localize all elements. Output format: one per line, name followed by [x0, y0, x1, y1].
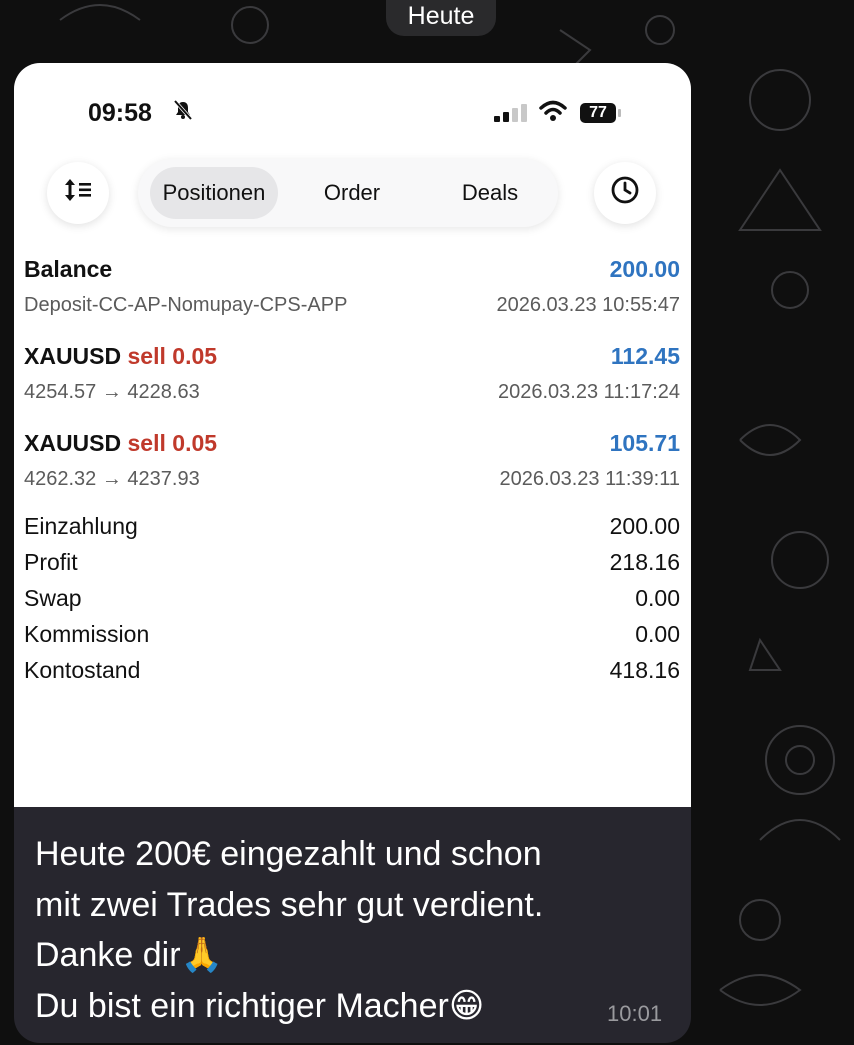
message-bubble[interactable]: 09:58 77 Positionen Order Deals Balance …	[14, 63, 691, 1043]
deal-prices: 4254.57 → 4228.63	[24, 381, 200, 403]
history-button[interactable]	[594, 162, 656, 224]
summary-label: Profit	[24, 549, 78, 575]
deal-datetime: 2026.03.23 11:17:24	[497, 381, 680, 403]
deal-symbol: XAUUSD	[24, 343, 122, 369]
deal-amount: 105.71	[609, 430, 680, 456]
battery-icon: 77	[580, 103, 616, 123]
summary-value: 218.16	[609, 549, 680, 575]
message-line: mit zwei Trades sehr gut verdient.	[35, 885, 544, 924]
message-line: Danke dir🙏	[35, 936, 223, 974]
summary-row: Einzahlung 200.00	[24, 513, 680, 549]
summary-label: Kommission	[24, 621, 150, 647]
deal-datetime: 2026.03.23 10:55:47	[496, 294, 680, 316]
summary-value: 0.00	[635, 585, 680, 611]
deal-lot: 0.05	[172, 343, 218, 369]
summary-label: Kontostand	[24, 657, 141, 683]
tab-deals[interactable]: Deals	[426, 167, 554, 219]
deal-side: sell	[127, 430, 166, 456]
date-separator: Heute	[386, 0, 496, 36]
deal-title: XAUUSD sell 0.05	[24, 343, 217, 370]
tab-order[interactable]: Order	[288, 167, 416, 219]
deal-datetime: 2026.03.23 11:39:11	[499, 468, 680, 490]
battery-cap	[618, 109, 621, 117]
message-line: Du bist ein richtiger Macher😁	[35, 986, 485, 1025]
summary-value: 418.16	[609, 657, 680, 683]
deal-side: sell	[127, 343, 166, 369]
deal-row[interactable]: XAUUSD sell 0.05 112.45 4254.57 → 4228.6…	[24, 340, 680, 427]
deals-list: Balance 200.00 Deposit-CC-AP-Nomupay-CPS…	[24, 253, 680, 514]
message-line: Heute 200€ eingezahlt und schon	[35, 835, 542, 873]
deal-lot: 0.05	[172, 430, 218, 456]
summary-value: 200.00	[609, 513, 680, 539]
deal-symbol: Balance	[24, 256, 113, 282]
summary-row: Swap 0.00	[24, 585, 680, 621]
status-time: 09:58	[88, 99, 152, 127]
summary-table: Einzahlung 200.00 Profit 218.16 Swap 0.0…	[24, 513, 680, 693]
deal-amount: 200.00	[609, 256, 680, 282]
summary-label: Swap	[24, 585, 82, 611]
wifi-icon	[538, 99, 568, 128]
tab-positionen[interactable]: Positionen	[150, 167, 278, 219]
summary-label: Einzahlung	[24, 513, 138, 539]
bell-slash-icon	[172, 99, 194, 127]
summary-row: Kontostand 418.16	[24, 657, 680, 693]
message-time: 10:01	[607, 1001, 663, 1026]
summary-row: Profit 218.16	[24, 549, 680, 585]
deal-amount: 112.45	[610, 343, 680, 369]
deal-prices: 4262.32 → 4237.93	[24, 468, 200, 490]
tab-bar: Positionen Order Deals	[138, 159, 558, 227]
summary-row: Kommission 0.00	[24, 621, 680, 657]
clock-icon	[610, 175, 640, 212]
summary-value: 0.00	[635, 621, 680, 647]
deal-title: Balance	[24, 256, 112, 283]
deal-row[interactable]: Balance 200.00 Deposit-CC-AP-Nomupay-CPS…	[24, 253, 680, 340]
deal-symbol: XAUUSD	[24, 430, 122, 456]
message-text: Heute 200€ eingezahlt und schon mit zwei…	[35, 829, 655, 1031]
trade-screenshot[interactable]: 09:58 77 Positionen Order Deals Balance …	[14, 63, 691, 807]
sort-icon	[63, 177, 93, 210]
sort-button[interactable]	[47, 162, 109, 224]
deal-title: XAUUSD sell 0.05	[24, 430, 217, 457]
signal-icon	[494, 104, 528, 122]
deal-comment: Deposit-CC-AP-Nomupay-CPS-APP	[24, 294, 348, 316]
deal-row[interactable]: XAUUSD sell 0.05 105.71 4262.32 → 4237.9…	[24, 427, 680, 514]
